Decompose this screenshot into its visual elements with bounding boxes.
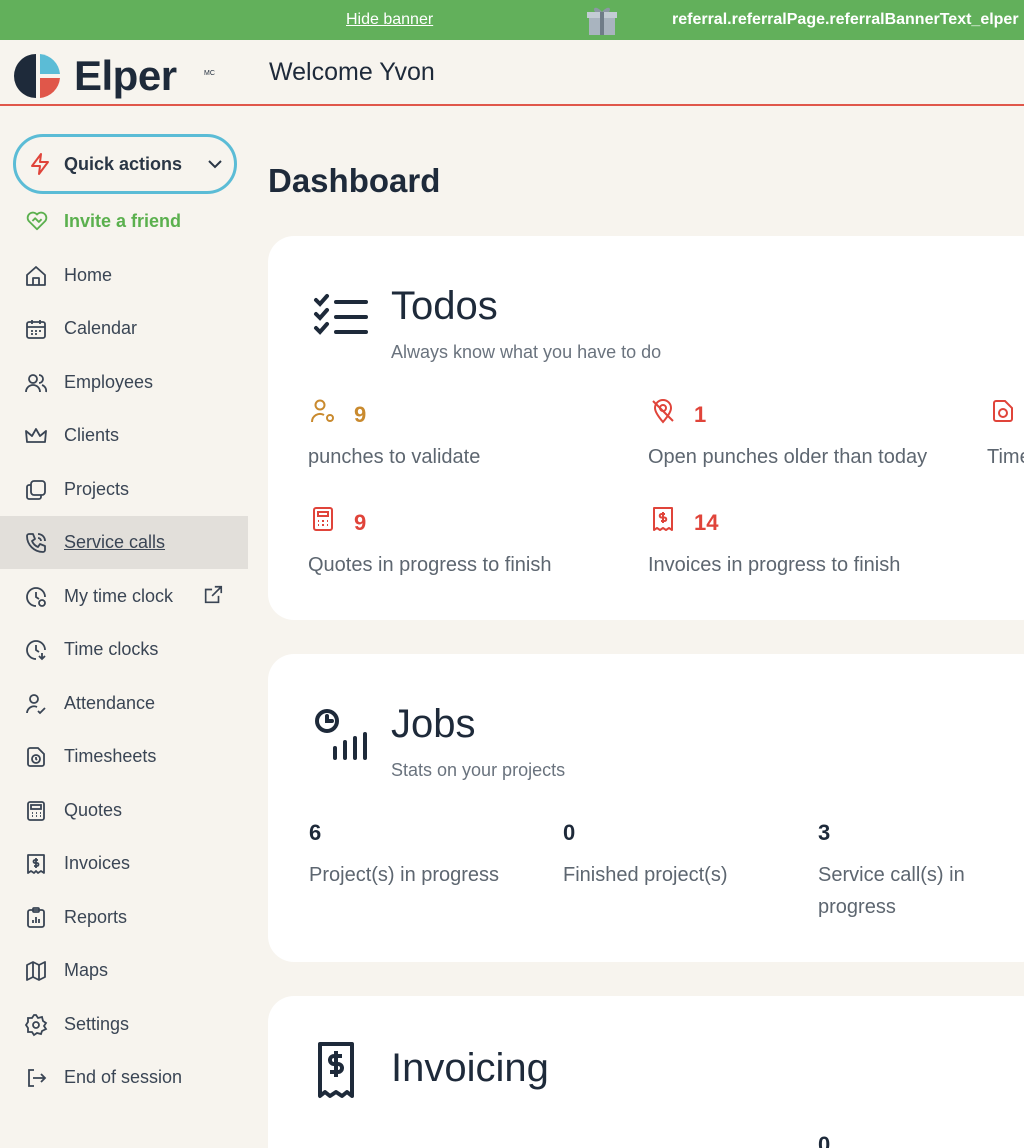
stat-value: 0 [818, 1132, 831, 1148]
calculator-icon [24, 799, 48, 823]
stat-label[interactable]: Invoices in progress to finish [648, 549, 900, 581]
stat-value: 6 [309, 820, 322, 845]
sidebar-item-label: Timesheets [64, 746, 157, 766]
quick-actions-label: Quick actions [64, 154, 183, 174]
clock-chart-icon [310, 706, 372, 768]
sidebar-item-service-calls[interactable]: Service calls [0, 516, 248, 569]
jobs-title: Jobs [391, 702, 476, 746]
sidebar-item-my-time-clock[interactable]: My time clock [0, 570, 248, 623]
sidebar-item-label: Quotes [64, 800, 123, 820]
attendance-icon [24, 692, 48, 716]
user-pin-icon [310, 398, 336, 424]
sidebar-item-calendar[interactable]: Calendar [0, 302, 248, 355]
invite-friend-link[interactable]: Invite a friend [26, 208, 236, 238]
page-title: Dashboard [268, 162, 441, 199]
stat-label[interactable]: Project(s) in progress [309, 859, 539, 891]
invoice-icon [650, 506, 676, 532]
stat-label[interactable]: Service call(s) in progress [818, 859, 998, 923]
stat-label[interactable]: Quotes in progress to finish [308, 549, 551, 581]
timesheet-icon [24, 745, 48, 769]
sidebar-item-label: End of session [64, 1067, 183, 1087]
sidebar-item-label: Settings [64, 1014, 130, 1034]
banner-text: referral.referralPage.referralBannerText… [672, 11, 1019, 28]
sidebar-item-quotes[interactable]: Quotes [0, 784, 248, 837]
stat-value: 9 [354, 510, 367, 535]
sidebar-item-end-session[interactable]: End of session [0, 1051, 248, 1104]
sidebar-item-label: Calendar [64, 318, 138, 338]
jobs-subtitle: Stats on your projects [391, 760, 566, 780]
todos-subtitle: Always know what you have to do [391, 342, 662, 362]
todos-card: Todos Always know what you have to do 9 … [268, 236, 1024, 620]
sidebar-item-maps[interactable]: Maps [0, 944, 248, 997]
invoicing-card: Invoicing 0 [268, 996, 1024, 1148]
stat-label[interactable]: Open punches older than today [648, 441, 927, 473]
referral-banner: Hide banner referral.referralPage.referr… [0, 0, 1024, 40]
map-icon [24, 959, 48, 983]
brand-name: Elper [74, 52, 177, 99]
sidebar: Quick actions Invite a friend Home Calen… [0, 108, 248, 1148]
invoicing-title: Invoicing [391, 1046, 549, 1090]
logout-icon [24, 1066, 48, 1090]
sidebar-item-label: My time clock [64, 586, 174, 606]
sidebar-item-clients[interactable]: Clients [0, 409, 248, 462]
stat-value: 1 [694, 402, 707, 427]
projects-icon [24, 478, 48, 502]
stat-value: 14 [694, 510, 719, 535]
sidebar-item-home[interactable]: Home [0, 249, 248, 302]
sidebar-item-label: Reports [64, 907, 128, 927]
invoice-icon [310, 1040, 372, 1102]
sidebar-item-employees[interactable]: Employees [0, 356, 248, 409]
todos-title: Todos [391, 284, 498, 328]
calendar-icon [24, 317, 48, 341]
clock-download-icon [24, 638, 48, 662]
sidebar-item-reports[interactable]: Reports [0, 891, 248, 944]
sidebar-item-invoices[interactable]: Invoices [0, 837, 248, 890]
sidebar-item-time-clocks[interactable]: Time clocks [0, 623, 248, 676]
sidebar-item-label: Home [64, 265, 113, 285]
sidebar-item-label: Invoices [64, 853, 131, 873]
hide-banner-link[interactable]: Hide banner [346, 11, 433, 29]
invite-friend-label: Invite a friend [64, 211, 182, 231]
stat-label[interactable]: Finished project(s) [563, 859, 793, 891]
gift-icon [586, 3, 618, 37]
checklist-icon [310, 288, 372, 350]
sidebar-item-settings[interactable]: Settings [0, 998, 248, 1051]
timesheet-icon [990, 398, 1016, 424]
sidebar-item-label: Projects [64, 479, 130, 499]
quick-actions-button[interactable]: Quick actions [13, 134, 237, 194]
sidebar-item-label: Maps [64, 960, 109, 980]
welcome-text: Welcome Yvon [269, 58, 435, 86]
crown-icon [24, 424, 48, 448]
report-icon [24, 906, 48, 930]
stat-value: 0 [563, 820, 576, 845]
heart-handshake-icon [26, 210, 48, 232]
employees-icon [24, 371, 48, 395]
sidebar-item-label: Clients [64, 425, 120, 445]
calculator-icon [310, 506, 336, 532]
chevron-down-icon [204, 153, 226, 175]
lightning-icon [28, 152, 52, 176]
elper-logo-icon [14, 52, 62, 100]
external-link-icon[interactable] [202, 584, 224, 606]
stat-label[interactable]: punches to validate [308, 441, 480, 473]
sidebar-item-label: Service calls [64, 532, 166, 552]
sidebar-item-projects[interactable]: Projects [0, 463, 248, 516]
gear-icon [24, 1013, 48, 1037]
phone-icon [24, 531, 48, 555]
sidebar-item-label: Attendance [64, 693, 156, 713]
jobs-card: Jobs Stats on your projects 6 Project(s)… [268, 654, 1024, 962]
stat-value: 3 [818, 820, 831, 845]
brand-mark: MC [204, 70, 215, 77]
invoice-icon [24, 852, 48, 876]
clock-icon [24, 585, 48, 609]
location-off-icon [650, 398, 676, 424]
stat-value: 9 [354, 402, 367, 427]
stat-label[interactable]: Time [987, 441, 1024, 473]
sidebar-item-attendance[interactable]: Attendance [0, 677, 248, 730]
sidebar-item-label: Employees [64, 372, 154, 392]
home-icon [24, 264, 48, 288]
top-header: Elper MC Welcome Yvon [0, 40, 1024, 106]
sidebar-item-label: Time clocks [64, 639, 159, 659]
sidebar-item-timesheets[interactable]: Timesheets [0, 730, 248, 783]
